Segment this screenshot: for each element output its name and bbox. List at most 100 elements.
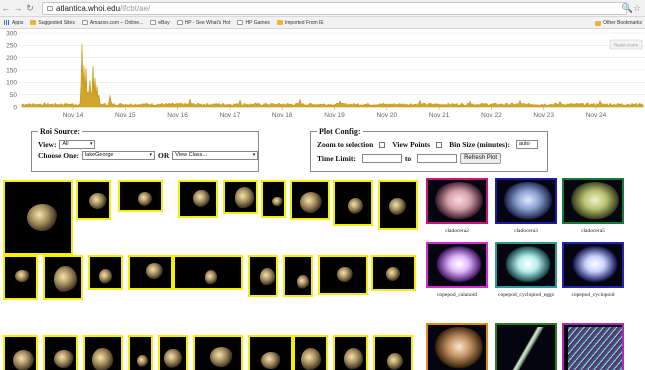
view-points-checkbox[interactable]: [436, 141, 443, 148]
roi-thumbnail[interactable]: [88, 255, 123, 290]
plankton-image: [234, 187, 255, 209]
zoom-star-icons[interactable]: 🔍☆: [622, 3, 641, 14]
url-input[interactable]: atlantica.whoi.edu/ifcbt/ae/: [42, 1, 627, 15]
plankton-image: [501, 327, 555, 370]
dataset-select-value: lakeGeorge: [85, 152, 114, 158]
roi-thumbnail[interactable]: [178, 180, 218, 218]
roi-thumbnail[interactable]: [76, 180, 111, 220]
roi-thumbnail[interactable]: [3, 335, 38, 370]
page-icon: [176, 20, 183, 25]
roi-thumbnail[interactable]: [43, 255, 83, 300]
plankton-image: [210, 346, 233, 367]
bookmark-item[interactable]: HP Games: [237, 20, 270, 26]
class-thumbnail[interactable]: [426, 178, 488, 224]
plankton-image: [388, 197, 406, 216]
roi-thumbnail[interactable]: [128, 335, 153, 370]
roi-thumbnail[interactable]: [223, 180, 258, 214]
class-thumbnail[interactable]: [495, 178, 557, 224]
url-path: /ifcbt/ae/: [120, 3, 151, 13]
class-select-value: View Class...: [175, 152, 207, 158]
x-tick-label: Nov 15: [115, 112, 136, 119]
roi-thumbnail[interactable]: [333, 180, 373, 226]
class-thumbnail[interactable]: [426, 242, 488, 288]
roi-thumbnail[interactable]: [373, 335, 413, 370]
plankton-image: [385, 267, 400, 282]
roi-thumbnail[interactable]: [283, 255, 313, 297]
time-end-input[interactable]: [417, 154, 458, 163]
roi-thumbnail[interactable]: [378, 180, 418, 230]
bin-size-label: Bin Size (minutes):: [449, 140, 510, 149]
class-label[interactable]: copepod_cyclopiod_eggs: [493, 292, 559, 298]
roi-thumbnail[interactable]: [3, 255, 38, 300]
reset-zoom-button[interactable]: Reset zoom: [609, 39, 643, 50]
class-thumbnail[interactable]: [426, 323, 488, 370]
zoom-checkbox[interactable]: [379, 141, 386, 148]
plankton-image: [192, 189, 210, 208]
class-thumbnail[interactable]: [562, 323, 624, 370]
class-label[interactable]: copepod_cyclopoid: [560, 292, 626, 298]
plankton-image: [164, 348, 182, 369]
plankton-image: [261, 351, 281, 369]
class-thumbnail[interactable]: [495, 242, 557, 288]
class-label[interactable]: cladocera2: [424, 228, 490, 234]
back-icon[interactable]: ←: [0, 3, 12, 13]
class-label[interactable]: cladocera3: [493, 228, 559, 234]
roi-thumbnail[interactable]: [290, 180, 330, 220]
refresh-plot-button[interactable]: Refresh Plot: [460, 153, 502, 164]
roi-thumbnail[interactable]: [173, 255, 243, 290]
roi-thumbnail[interactable]: [43, 335, 78, 370]
other-bookmarks[interactable]: Other Bookmarks: [595, 20, 642, 26]
class-thumbnail[interactable]: [495, 323, 557, 370]
plot-config-panel: Plot Config: Zoom to selection View Poin…: [310, 127, 548, 172]
bookmark-label: HP - See What's Hot: [184, 19, 231, 26]
bookmark-item[interactable]: Suggested Sites: [30, 20, 75, 26]
roi-thumbnail[interactable]: [293, 335, 328, 370]
class-thumbnail[interactable]: [562, 178, 624, 224]
x-tick-label: Nov 24: [586, 112, 607, 119]
bookmark-item[interactable]: Imported From IE: [276, 20, 324, 26]
roi-timeseries-plot[interactable]: 300 250 200 150 100 50 0 Nov 14 Nov 15 Nov 16 Nov …: [0, 29, 645, 120]
y-tick-label: 250: [6, 43, 17, 50]
bookmark-item[interactable]: Apps: [4, 20, 23, 26]
plankton-image: [12, 349, 34, 370]
roi-mosaic: [3, 180, 420, 370]
roi-thumbnail[interactable]: [371, 255, 416, 291]
plankton-image: [432, 327, 486, 370]
bookmark-item[interactable]: eBay: [150, 20, 170, 26]
bin-size-input[interactable]: auto: [515, 140, 538, 149]
roi-thumbnail[interactable]: [158, 335, 188, 370]
plankton-image: [145, 263, 163, 280]
time-start-input[interactable]: [361, 154, 402, 163]
roi-source-panel: Roi Source: View: All ▾ Choose One: lake…: [31, 127, 259, 172]
roi-thumbnail[interactable]: [83, 335, 123, 370]
zoom-label: Zoom to selection: [317, 140, 374, 149]
roi-thumbnail[interactable]: [333, 335, 368, 370]
class-thumbnail[interactable]: [562, 242, 624, 288]
x-tick-label: Nov 23: [533, 112, 554, 119]
plankton-image: [272, 196, 283, 207]
plankton-image: [92, 347, 113, 370]
roi-thumbnail[interactable]: [248, 255, 278, 297]
dataset-select[interactable]: lakeGeorge ▾: [82, 151, 156, 160]
address-bar: ← → ↻ atlantica.whoi.edu/ifcbt/ae/ 🔍☆: [0, 0, 645, 17]
forward-icon[interactable]: →: [12, 3, 24, 13]
roi-thumbnail[interactable]: [3, 180, 73, 255]
roi-thumbnail[interactable]: [128, 255, 173, 290]
y-tick-label: 100: [6, 80, 17, 87]
class-select[interactable]: View Class... ▾: [172, 151, 259, 160]
chevron-down-icon: ▾: [149, 152, 153, 158]
bookmark-item[interactable]: HP - See What's Hot: [176, 19, 231, 26]
roi-thumbnail[interactable]: [193, 335, 243, 370]
bookmark-label: Apps: [12, 19, 24, 26]
class-label[interactable]: cladocera5: [560, 228, 626, 234]
bookmark-item[interactable]: Amazon.com – Online...: [81, 20, 143, 26]
roi-thumbnail[interactable]: [118, 180, 163, 212]
plankton-image: [501, 246, 555, 286]
plankton-image: [568, 327, 622, 370]
roi-thumbnail[interactable]: [248, 335, 293, 370]
view-select[interactable]: All ▾: [59, 140, 96, 149]
roi-thumbnail[interactable]: [261, 180, 286, 218]
class-label[interactable]: copepod_calanoid: [424, 292, 490, 298]
roi-thumbnail[interactable]: [318, 255, 368, 295]
reload-icon[interactable]: ↻: [24, 3, 36, 14]
